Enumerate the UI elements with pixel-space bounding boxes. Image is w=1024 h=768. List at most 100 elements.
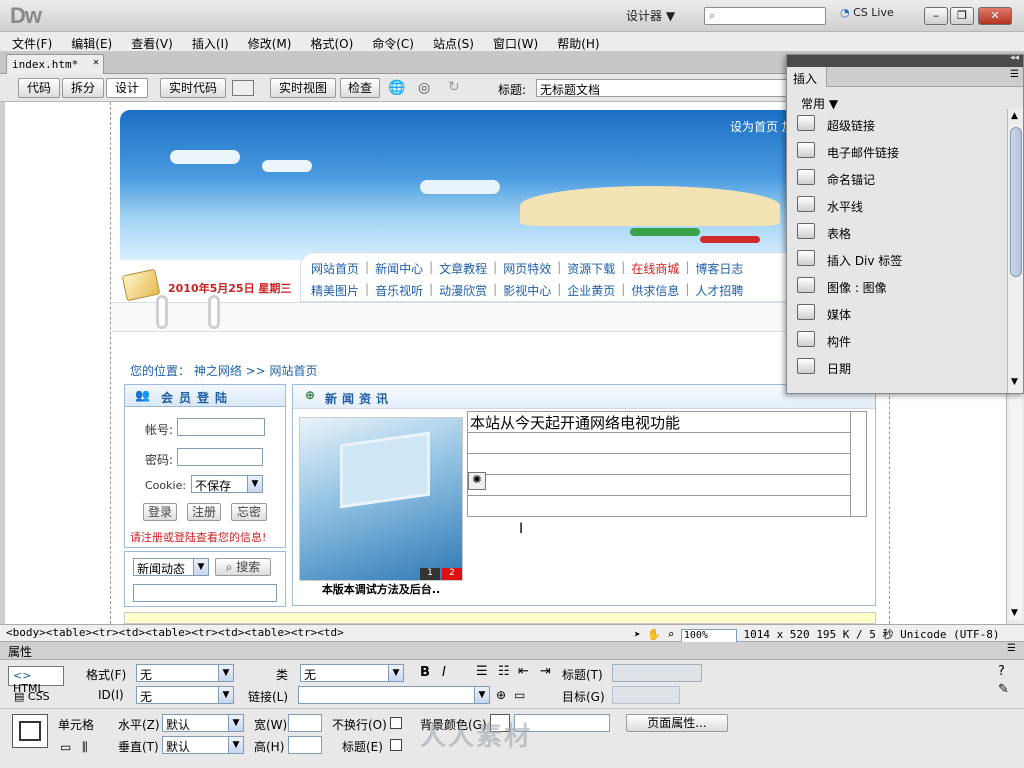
nav-link[interactable]: 网站首页 (311, 260, 359, 277)
nav-link[interactable]: 动漫欣赏 (439, 282, 487, 299)
nav-link[interactable]: 音乐视听 (375, 282, 423, 299)
nav-link[interactable]: 资源下载 (567, 260, 615, 277)
news-item[interactable]: 本站从今天起开通网络电视功能 (470, 412, 680, 433)
live-code-options-icon[interactable] (232, 80, 254, 96)
table-row[interactable] (468, 454, 850, 475)
insert-email-link[interactable]: 电子邮件链接 (787, 138, 1007, 165)
height-input[interactable] (288, 736, 322, 754)
page-properties-button[interactable]: 页面属性... (626, 714, 728, 732)
insert-date[interactable]: 日期 (787, 354, 1007, 381)
select-tool-icon[interactable]: ➤ (634, 628, 641, 641)
nav-link[interactable]: 文章教程 (439, 260, 487, 277)
menu-file[interactable]: 文件(F) (12, 32, 61, 51)
table-row[interactable] (468, 433, 850, 454)
window-size[interactable]: 1014 x 520 (743, 628, 809, 641)
panel-menu-icon[interactable]: ☰ (1007, 643, 1016, 654)
split-view-button[interactable]: 拆分 (62, 78, 104, 98)
insert-category-select[interactable]: 常用 ▼ (801, 95, 838, 112)
refresh-icon[interactable]: ↻ (448, 79, 460, 95)
minimize-button[interactable]: – (924, 7, 948, 25)
nav-link[interactable]: 博客日志 (695, 260, 743, 277)
design-view-button[interactable]: 设计 (106, 78, 148, 98)
zoom-tool-icon[interactable]: ⌕ (668, 628, 675, 641)
quick-tag-editor-icon[interactable]: ✎ (998, 682, 1009, 697)
help-search-input[interactable]: ⌕ (704, 7, 826, 25)
width-input[interactable] (288, 714, 322, 732)
point-to-file-icon[interactable]: ⊕ (496, 688, 506, 702)
menu-modify[interactable]: 修改(M) (248, 32, 301, 51)
browser-preview-icon[interactable]: 🌐 (388, 80, 405, 96)
target-select[interactable] (612, 686, 680, 704)
html-mode-button[interactable]: <> HTML (8, 666, 64, 695)
menu-site[interactable]: 站点(S) (433, 32, 483, 51)
insert-hyperlink[interactable]: 超级链接 (787, 111, 1007, 138)
hand-tool-icon[interactable]: ✋ (647, 628, 661, 641)
properties-panel-header[interactable]: 属性 ☰ (0, 642, 1024, 660)
ordered-list-icon[interactable]: ☷ (498, 664, 510, 679)
help-icon[interactable]: ? (998, 664, 1005, 679)
panel-menu-icon[interactable]: ☰ (1010, 69, 1019, 80)
news-list-table[interactable]: 本站从今天起开通网络电视功能 ✺ (467, 411, 867, 517)
workspace-switcher[interactable]: 设计器 ▼ (626, 7, 675, 25)
table-row[interactable] (468, 475, 850, 496)
insert-media[interactable]: 媒体 (787, 300, 1007, 327)
menu-window[interactable]: 窗口(W) (493, 32, 547, 51)
collapse-panel-icon[interactable]: ◂◂ (1010, 53, 1019, 63)
code-view-button[interactable]: 代码 (18, 78, 60, 98)
header-checkbox[interactable] (390, 739, 402, 751)
inspect-button[interactable]: 检查 (340, 78, 380, 98)
news-caption[interactable]: 本版本调试方法及后台.. (299, 581, 463, 597)
cs-live-button[interactable]: ◔ CS Live (840, 6, 894, 19)
nav-link[interactable]: 影视中心 (503, 282, 551, 299)
cookie-select[interactable]: 不保存 ▼ (191, 475, 263, 493)
pager-1[interactable]: 1 (420, 568, 440, 580)
insert-div-tag[interactable]: 插入 Div 标签 (787, 246, 1007, 273)
scroll-up-icon[interactable]: ▲ (1011, 111, 1018, 121)
password-input[interactable] (177, 448, 263, 466)
document-title-input[interactable]: 无标题文档 (536, 79, 790, 97)
scroll-down-icon[interactable]: ▼ (1011, 608, 1018, 618)
id-select[interactable]: 无 ▼ (136, 686, 234, 704)
nav-link[interactable]: 新闻中心 (375, 260, 423, 277)
horizontal-align-select[interactable]: 默认 ▼ (162, 714, 244, 732)
nav-link[interactable]: 人才招聘 (695, 282, 743, 299)
indent-icon[interactable]: ⇥ (540, 664, 551, 679)
script-marker-icon[interactable]: ✺ (468, 472, 486, 490)
link-input[interactable]: ▼ (298, 686, 490, 704)
register-button[interactable]: 注册 (187, 503, 221, 521)
forgot-password-button[interactable]: 忘密 (231, 503, 267, 521)
nav-link[interactable]: 精美图片 (311, 282, 359, 299)
bold-button[interactable]: B (420, 665, 430, 680)
insert-image[interactable]: 图像 : 图像 (787, 273, 1007, 300)
account-input[interactable] (177, 418, 265, 436)
italic-button[interactable]: I (442, 665, 446, 680)
document-tab[interactable]: index.htm* ✕ (6, 54, 104, 74)
scroll-down-icon[interactable]: ▼ (1011, 377, 1018, 387)
split-cell-icon[interactable]: ⫼ (82, 740, 88, 755)
menu-help[interactable]: 帮助(H) (557, 32, 608, 51)
format-select[interactable]: 无 ▼ (136, 664, 234, 682)
live-code-button[interactable]: 实时代码 (160, 78, 226, 98)
insert-panel-scrollbar[interactable]: ▲ ▼ (1007, 109, 1023, 393)
insert-named-anchor[interactable]: 命名锚记 (787, 165, 1007, 192)
menu-insert[interactable]: 插入(I) (192, 32, 238, 51)
menu-edit[interactable]: 编辑(E) (71, 32, 121, 51)
menu-format[interactable]: 格式(O) (310, 32, 362, 51)
class-select[interactable]: 无 ▼ (300, 664, 404, 682)
table-row[interactable]: 本站从今天起开通网络电视功能 (468, 412, 850, 433)
zoom-select[interactable]: 100% (680, 629, 737, 643)
nav-link[interactable]: 供求信息 (631, 282, 679, 299)
insert-widget[interactable]: 构件 (787, 327, 1007, 354)
css-mode-button[interactable]: ▤ CSS (14, 690, 50, 703)
search-category-select[interactable]: 新闻动态 ▼ (133, 558, 209, 576)
menu-view[interactable]: 查看(V) (131, 32, 182, 51)
search-button[interactable]: ⌕ 搜索 (215, 558, 271, 576)
search-input[interactable] (133, 584, 277, 602)
live-view-button[interactable]: 实时视图 (270, 78, 336, 98)
login-button[interactable]: 登录 (143, 503, 177, 521)
panel-grip-bar[interactable]: ◂◂ (787, 53, 1023, 67)
visual-aids-icon[interactable]: ◎ (418, 80, 430, 96)
tag-selector[interactable]: <body><table><tr><td><table><tr><td><tab… (6, 626, 344, 639)
nav-link[interactable]: 企业黄页 (567, 282, 615, 299)
restore-button[interactable]: ❐ (950, 7, 974, 25)
